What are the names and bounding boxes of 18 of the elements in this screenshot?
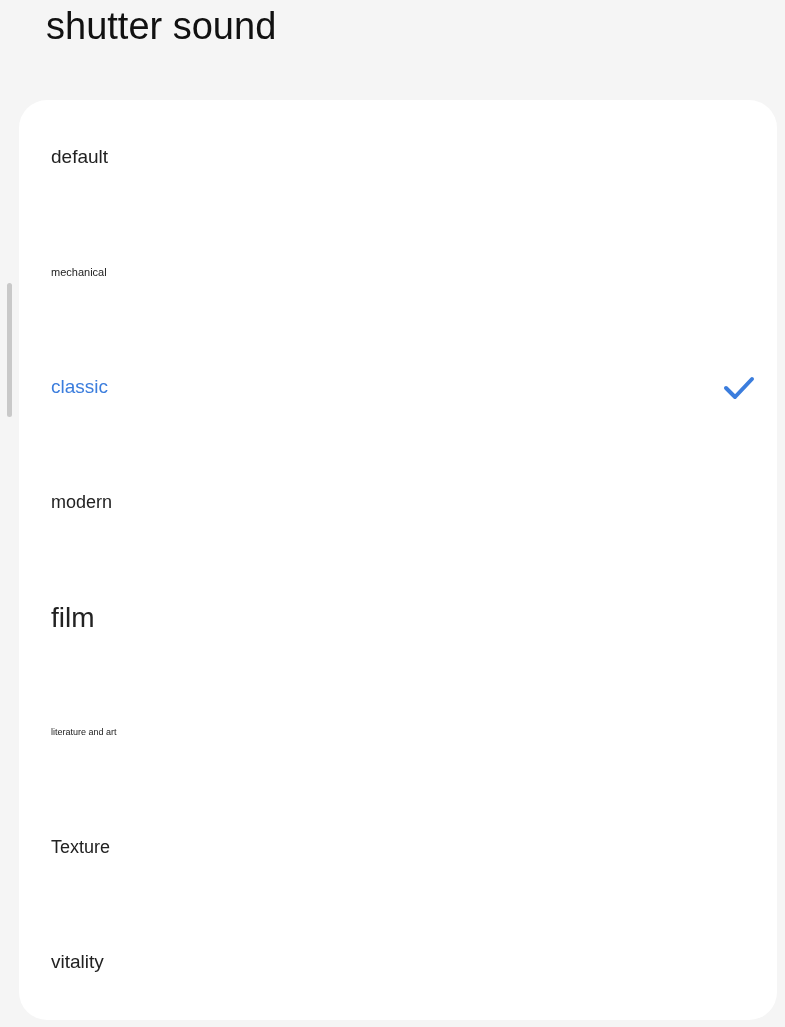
option-row[interactable]: modern — [19, 445, 777, 560]
option-row[interactable]: default — [19, 100, 777, 215]
option-row[interactable]: mechanical — [19, 215, 777, 330]
option-label: Texture — [51, 836, 111, 859]
option-label: mechanical — [51, 265, 107, 281]
option-row[interactable]: Texture — [19, 790, 777, 905]
option-label: default — [51, 145, 109, 170]
option-label: classic — [51, 375, 108, 400]
option-label: modern — [51, 491, 113, 514]
checkmark-icon — [723, 374, 755, 401]
option-label: film — [51, 600, 95, 635]
option-row[interactable]: literature and art — [19, 675, 777, 790]
option-row[interactable]: vitality — [19, 905, 777, 1020]
option-label: vitality — [51, 950, 104, 975]
option-row[interactable]: classic — [19, 330, 777, 445]
page-title: shutter sound — [46, 4, 277, 49]
option-label: literature and art — [51, 725, 117, 739]
option-row[interactable]: film — [19, 560, 777, 675]
